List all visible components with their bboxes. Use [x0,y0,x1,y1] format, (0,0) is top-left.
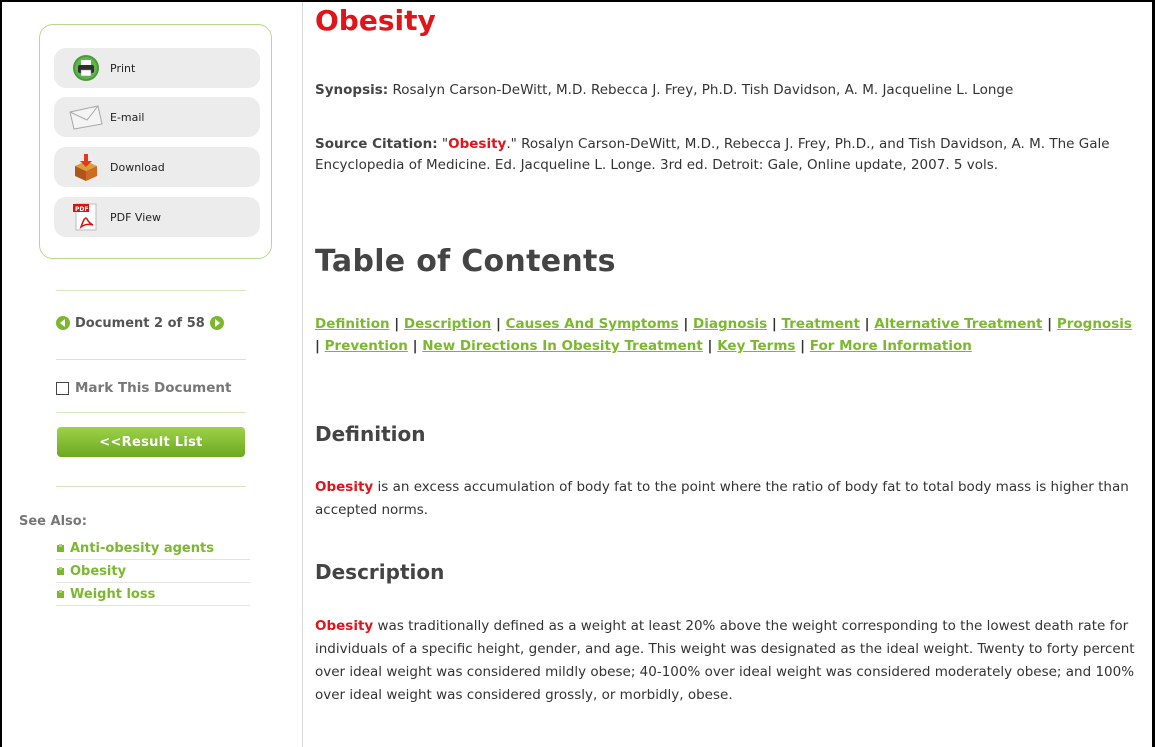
divider [56,290,246,291]
page-title: Obesity [315,4,436,37]
definition-paragraph: Obesity is an excess accumulation of bod… [315,476,1143,522]
toc-link-description[interactable]: Description [404,316,491,332]
print-button[interactable]: Print [54,48,260,88]
bullet-icon [57,543,64,552]
description-paragraph: Obesity was traditionally defined as a w… [315,615,1143,707]
description-text: was traditionally defined as a weight at… [315,618,1135,703]
toc-link-prognosis[interactable]: Prognosis [1057,316,1132,332]
definition-heading: Definition [315,422,426,446]
toc-link-definition[interactable]: Definition [315,316,390,332]
see-also-item[interactable]: Weight loss [56,583,250,606]
divider [56,486,246,487]
citation-label: Source Citation: [315,136,438,152]
mark-document-label: Mark This Document [75,380,232,396]
mark-document[interactable]: Mark This Document [56,380,231,396]
toc-separator: | [407,338,423,354]
see-also-link[interactable]: Obesity [70,564,126,579]
toc-separator: | [315,338,325,354]
definition-text: is an excess accumulation of body fat to… [315,479,1129,518]
next-arrow-icon[interactable] [209,316,224,330]
see-also-heading: See Also: [19,514,87,529]
source-citation: Source Citation: "Obesity." Rosalyn Cars… [315,134,1135,176]
envelope-icon [68,101,104,133]
toc-heading: Table of Contents [315,244,616,279]
divider [56,412,246,413]
toc-separator: | [702,338,718,354]
see-also-item[interactable]: Anti-obesity agents [56,537,250,560]
toc-separator: | [1042,316,1057,332]
toc-separator: | [389,316,404,332]
document-count: Document 2 of 58 [75,315,205,331]
pdf-view-label: PDF View [110,210,162,224]
see-also-link[interactable]: Weight loss [70,587,155,602]
sidebar: Print E-mail Download PDF PDF View Docum… [2,2,303,747]
tools-panel: Print E-mail Download PDF PDF View [39,24,272,259]
toc-link-causes-and-symptoms[interactable]: Causes And Symptoms [506,316,679,332]
see-also-list: Anti-obesity agents Obesity Weight loss [56,537,250,606]
synopsis-label: Synopsis: [315,82,389,98]
description-heading: Description [315,560,445,584]
article: Obesity Synopsis: Rosalyn Carson-DeWitt,… [315,2,1145,747]
toc-separator: | [859,316,875,332]
result-list-button[interactable]: <<Result List [57,427,245,457]
pdf-icon: PDF [68,201,104,233]
email-label: E-mail [110,110,145,124]
see-also-link[interactable]: Anti-obesity agents [70,541,214,556]
toc-separator: | [795,338,810,354]
download-label: Download [110,160,165,174]
toc-link-new-directions[interactable]: New Directions In Obesity Treatment [422,338,703,354]
bullet-icon [57,589,64,598]
prev-arrow-icon[interactable] [56,316,70,330]
bullet-icon [57,566,64,575]
citation-term: Obesity [448,136,507,152]
toc-separator: | [491,316,506,332]
see-also-item[interactable]: Obesity [56,560,250,583]
synopsis-text: Rosalyn Carson-DeWitt, M.D. Rebecca J. F… [392,82,1014,98]
email-button[interactable]: E-mail [54,97,260,137]
checkbox-icon[interactable] [56,381,69,395]
description-term: Obesity [315,618,374,634]
synopsis: Synopsis: Rosalyn Carson-DeWitt, M.D. Re… [315,80,1135,101]
toc-separator: | [678,316,693,332]
definition-term: Obesity [315,479,374,495]
download-box-icon [68,151,104,183]
toc-link-for-more-information[interactable]: For More Information [810,338,972,354]
printer-icon [68,52,104,84]
svg-text:PDF: PDF [75,206,88,213]
page-frame: Print E-mail Download PDF PDF View Docum… [0,0,1155,747]
toc-link-treatment[interactable]: Treatment [782,316,860,332]
print-label: Print [110,61,136,75]
document-navigation: Document 2 of 58 [56,313,266,333]
toc-link-diagnosis[interactable]: Diagnosis [693,316,767,332]
toc-link-prevention[interactable]: Prevention [325,338,408,354]
divider [56,359,246,360]
table-of-contents: Definition | Description | Causes And Sy… [315,313,1140,357]
toc-link-key-terms[interactable]: Key Terms [717,338,795,354]
download-button[interactable]: Download [54,147,260,187]
toc-link-alternative-treatment[interactable]: Alternative Treatment [874,316,1042,332]
toc-separator: | [767,316,782,332]
pdf-view-button[interactable]: PDF PDF View [54,197,260,237]
